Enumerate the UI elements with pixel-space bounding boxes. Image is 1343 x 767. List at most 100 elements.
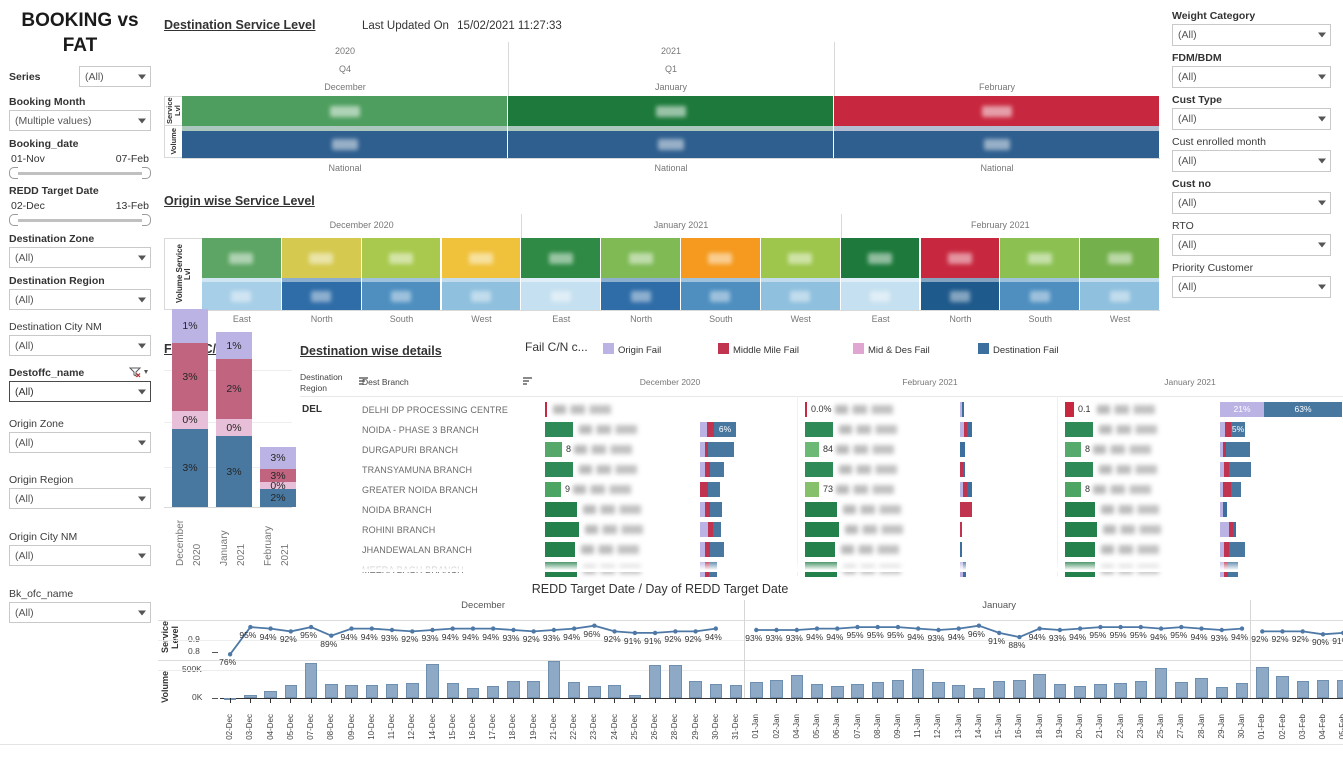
volume-bar[interactable] <box>1337 680 1343 698</box>
volume-bar[interactable] <box>952 685 965 698</box>
dec-fail-seg[interactable] <box>700 522 708 537</box>
jan-fail-seg[interactable] <box>1223 502 1227 517</box>
feb-service-bar[interactable] <box>805 402 807 417</box>
legend-item-0[interactable]: Origin Fail <box>603 343 661 356</box>
volume-bar[interactable] <box>1114 683 1127 698</box>
jan-fail-seg[interactable] <box>1226 442 1250 457</box>
filter-cust-enrolled-month-dropdown[interactable]: (All) <box>1172 150 1331 172</box>
jan-service-bar[interactable] <box>1065 462 1093 477</box>
filter-weight-category-dropdown[interactable]: (All) <box>1172 24 1331 46</box>
filter-rto-dropdown[interactable]: (All) <box>1172 234 1331 256</box>
fcn-segment[interactable]: 0% <box>216 419 252 436</box>
osl-volume-cell[interactable] <box>442 282 521 310</box>
osl-service-level-cell[interactable] <box>761 238 840 278</box>
feb-service-bar[interactable] <box>805 522 839 537</box>
clear-filter-icon[interactable] <box>129 367 151 381</box>
dec-fail-seg[interactable] <box>710 542 724 557</box>
dsl-service-level-cell[interactable] <box>834 96 1159 126</box>
jan-service-bar[interactable] <box>1065 482 1081 497</box>
jan-service-bar[interactable] <box>1065 502 1095 517</box>
osl-volume-cell[interactable] <box>1080 282 1159 310</box>
osl-service-level-cell[interactable] <box>521 238 600 278</box>
volume-bar[interactable] <box>872 682 885 698</box>
dec-fail-seg[interactable] <box>710 462 724 477</box>
jan-service-bar[interactable] <box>1065 402 1074 417</box>
dec-service-bar[interactable] <box>545 462 573 477</box>
volume-bar[interactable] <box>406 683 419 698</box>
filter-origin-city-dropdown[interactable]: (All) <box>9 545 151 566</box>
volume-bar[interactable] <box>507 681 520 698</box>
dec-fail-seg[interactable] <box>713 522 721 537</box>
volume-bar[interactable] <box>548 661 561 698</box>
table-row-branch-label[interactable]: TRANSYAMUNA BRANCH <box>362 465 472 475</box>
osl-service-level-cell[interactable] <box>841 238 920 278</box>
feb-service-bar[interactable] <box>805 462 833 477</box>
volume-bar[interactable] <box>527 681 540 698</box>
filter-destoffc-name-dropdown[interactable]: (All) <box>9 381 151 402</box>
volume-bar[interactable] <box>447 683 460 698</box>
table-row-branch-label[interactable]: GREATER NOIDA BRANCH <box>362 485 478 495</box>
volume-bar[interactable] <box>325 684 338 698</box>
volume-bar[interactable] <box>264 691 277 698</box>
volume-bar[interactable] <box>386 684 399 698</box>
legend-item-1[interactable]: Middle Mile Fail <box>718 343 799 356</box>
volume-bar[interactable] <box>912 669 925 698</box>
filter-bk-ofc-name-dropdown[interactable]: (All) <box>9 602 151 623</box>
fcn-segment[interactable]: 1% <box>216 332 252 359</box>
osl-volume-cell[interactable] <box>601 282 680 310</box>
dec-fail-seg[interactable] <box>700 422 707 437</box>
filter-destination-region-dropdown[interactable]: (All) <box>9 289 151 310</box>
volume-bar[interactable] <box>1175 682 1188 698</box>
osl-service-level-cell[interactable] <box>921 238 1000 278</box>
jan-fail-seg[interactable] <box>1231 482 1241 497</box>
volume-bar[interactable] <box>932 682 945 698</box>
redd-date-slider[interactable] <box>9 214 151 226</box>
dsl-service-level-cell[interactable] <box>508 96 833 126</box>
osl-service-level-cell[interactable] <box>282 238 361 278</box>
feb-fail-seg[interactable] <box>967 422 972 437</box>
volume-bar[interactable] <box>811 684 824 698</box>
feb-fail-seg[interactable] <box>963 462 965 477</box>
volume-bar[interactable] <box>993 681 1006 698</box>
fcn-segment[interactable]: 3% <box>172 429 208 507</box>
osl-volume-cell[interactable] <box>282 282 361 310</box>
volume-bar[interactable] <box>1236 683 1249 698</box>
volume-bar[interactable] <box>1276 676 1289 698</box>
dec-service-bar[interactable] <box>545 522 579 537</box>
volume-bar[interactable] <box>831 686 844 698</box>
dec-service-bar[interactable] <box>545 502 577 517</box>
fcn-segment[interactable]: 0% <box>260 482 296 489</box>
slider-handle-left[interactable] <box>9 167 18 179</box>
jan-service-bar[interactable] <box>1065 522 1097 537</box>
osl-volume-cell[interactable] <box>1000 282 1079 310</box>
filter-cust-no-dropdown[interactable]: (All) <box>1172 192 1331 214</box>
volume-bar[interactable] <box>1033 674 1046 698</box>
osl-volume-cell[interactable] <box>202 282 281 310</box>
osl-volume-cell[interactable] <box>921 282 1000 310</box>
volume-bar[interactable] <box>1297 681 1310 698</box>
fcn-segment[interactable]: 0% <box>172 411 208 429</box>
volume-bar[interactable] <box>892 680 905 698</box>
volume-bar[interactable] <box>1195 678 1208 698</box>
filter-series-dropdown[interactable]: (All) <box>79 66 151 87</box>
volume-bar[interactable] <box>1013 680 1026 698</box>
table-row-branch-label[interactable]: NOIDA - PHASE 3 BRANCH <box>362 425 479 435</box>
filter-origin-zone-dropdown[interactable]: (All) <box>9 432 151 453</box>
table-row-branch-label[interactable]: DURGAPURI BRANCH <box>362 445 458 455</box>
volume-bar[interactable] <box>345 685 358 698</box>
volume-bar[interactable] <box>973 688 986 698</box>
jan-fail-seg[interactable] <box>1220 522 1229 537</box>
dec-service-bar[interactable] <box>545 442 562 457</box>
booking-date-slider[interactable] <box>9 167 151 179</box>
volume-bar[interactable] <box>649 665 662 698</box>
fcn-segment[interactable]: 3% <box>216 436 252 507</box>
osl-volume-cell[interactable] <box>761 282 840 310</box>
volume-bar[interactable] <box>467 688 480 698</box>
dec-fail-seg[interactable] <box>708 482 720 497</box>
table-row-branch-label[interactable]: JHANDEWALAN BRANCH <box>362 545 472 555</box>
volume-bar[interactable] <box>487 686 500 698</box>
slider-handle-left[interactable] <box>9 214 18 226</box>
osl-service-level-cell[interactable] <box>1000 238 1079 278</box>
filter-fdm-bdm-dropdown[interactable]: (All) <box>1172 66 1331 88</box>
dec-fail-seg[interactable]: 6% <box>714 422 736 437</box>
